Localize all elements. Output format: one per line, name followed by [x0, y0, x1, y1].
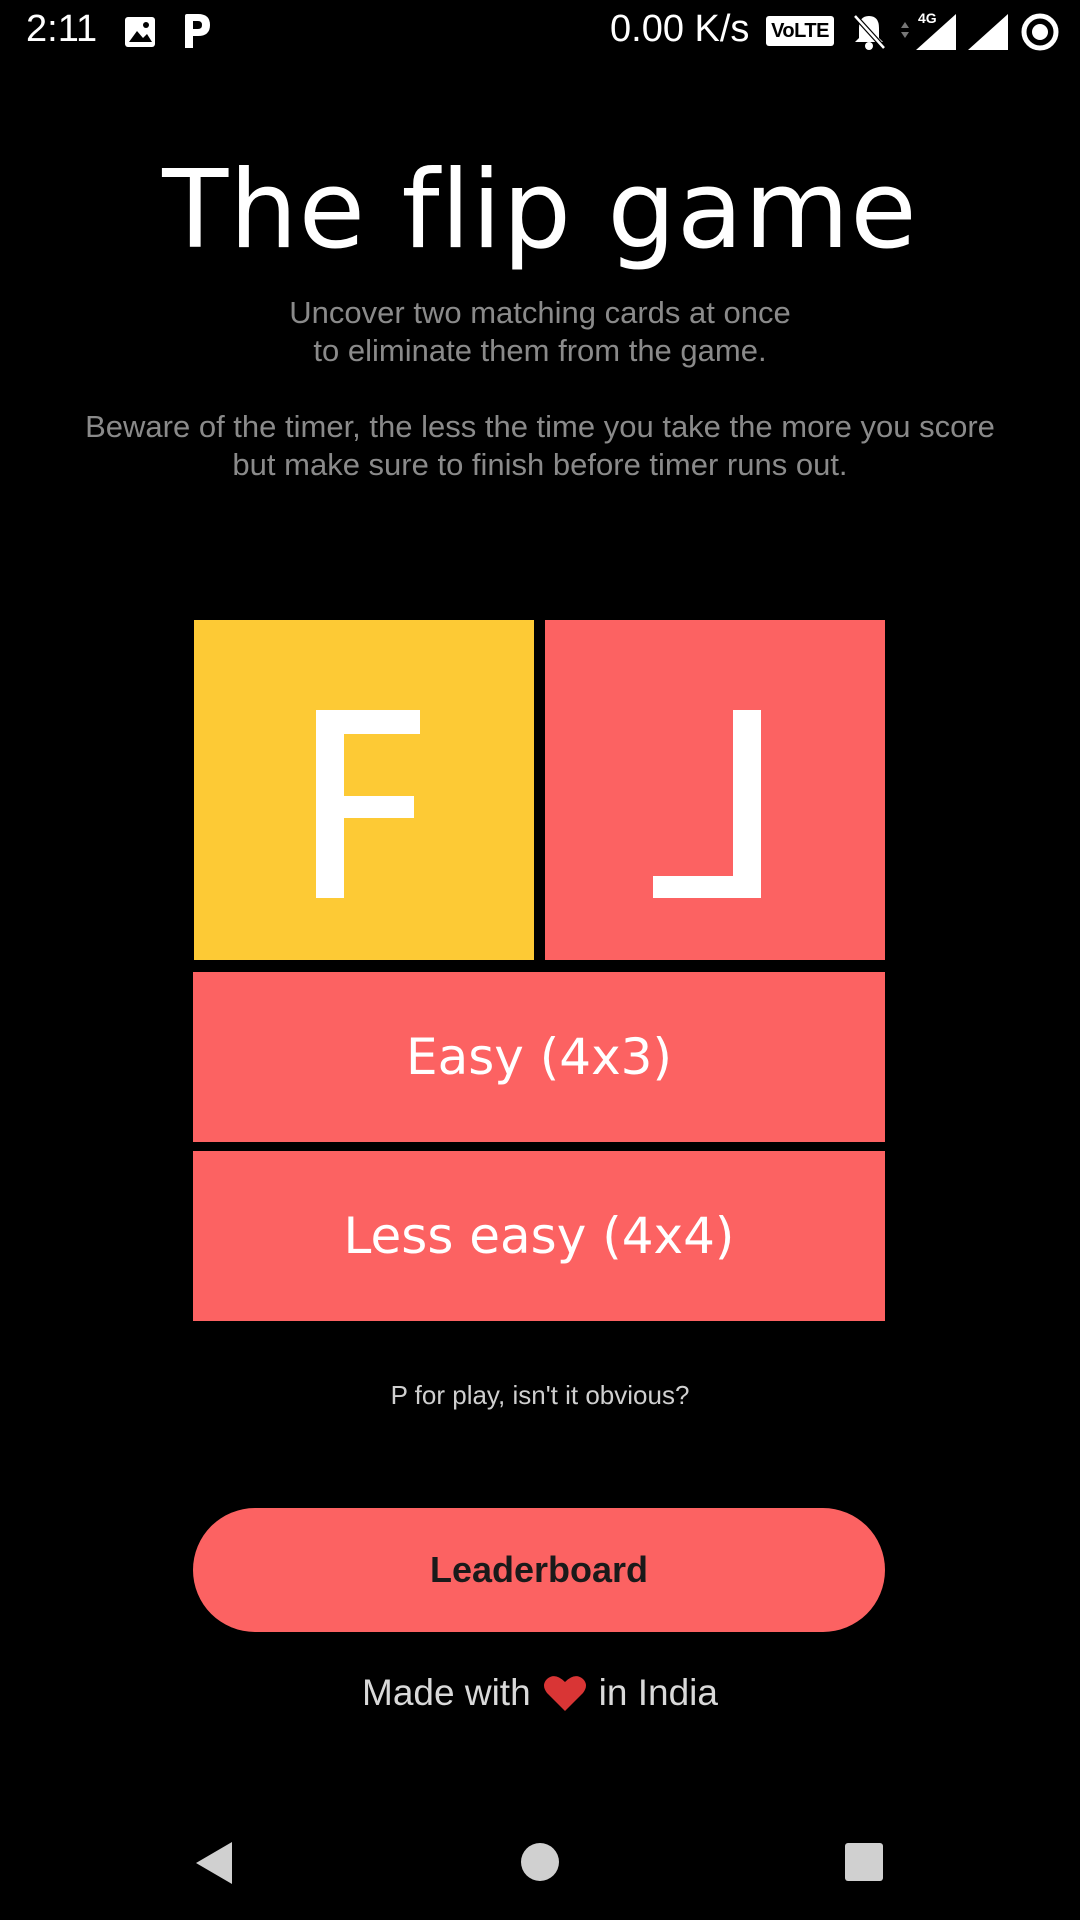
- heart-icon: [543, 1673, 587, 1713]
- muted-bell-icon: [850, 12, 888, 52]
- leaderboard-button[interactable]: Leaderboard: [193, 1508, 885, 1632]
- back-icon[interactable]: [192, 1838, 236, 1893]
- letter-f-icon: [316, 710, 420, 898]
- play-hint: P for play, isn't it obvious?: [390, 1380, 690, 1410]
- navigation-bar: [0, 1820, 1080, 1920]
- letter-j-icon: [653, 710, 761, 898]
- image-icon: [124, 16, 156, 48]
- signal-icon: [966, 12, 1010, 52]
- net-speed: 0.00 K/s: [610, 8, 750, 50]
- description-intro: Uncover two matching cards at once to el…: [60, 294, 1020, 370]
- data-arrows-icon: [900, 14, 910, 46]
- p-app-icon: [182, 12, 212, 50]
- page-title: The flip game: [162, 148, 918, 273]
- status-time: 2:11: [26, 8, 98, 50]
- footer-text-suffix: in India: [598, 1672, 718, 1713]
- status-bar: 2:11 0.00 K/s VoLTE 4G: [0, 0, 1080, 64]
- signal-icon: [912, 12, 958, 52]
- made-with-love-footer: Made with in India: [0, 1672, 1080, 1714]
- description-timer: Beware of the timer, the less the time y…: [60, 408, 1020, 484]
- home-icon[interactable]: [518, 1840, 562, 1889]
- description-line: Uncover two matching cards at once: [289, 295, 791, 330]
- description-line: Beware of the timer, the less the time y…: [85, 409, 995, 444]
- logo-tile-f: [194, 620, 534, 960]
- easy-mode-button[interactable]: Easy (4x3): [193, 972, 885, 1142]
- footer-text-prefix: Made with: [362, 1672, 531, 1713]
- less-easy-mode-button[interactable]: Less easy (4x4): [193, 1151, 885, 1321]
- volte-icon: VoLTE: [766, 16, 834, 46]
- logo-tile-j: [545, 620, 885, 960]
- recents-icon[interactable]: [842, 1840, 886, 1889]
- description-line: to eliminate them from the game.: [313, 333, 767, 368]
- circle-status-icon: [1020, 12, 1060, 52]
- description-line: but make sure to finish before timer run…: [232, 447, 848, 482]
